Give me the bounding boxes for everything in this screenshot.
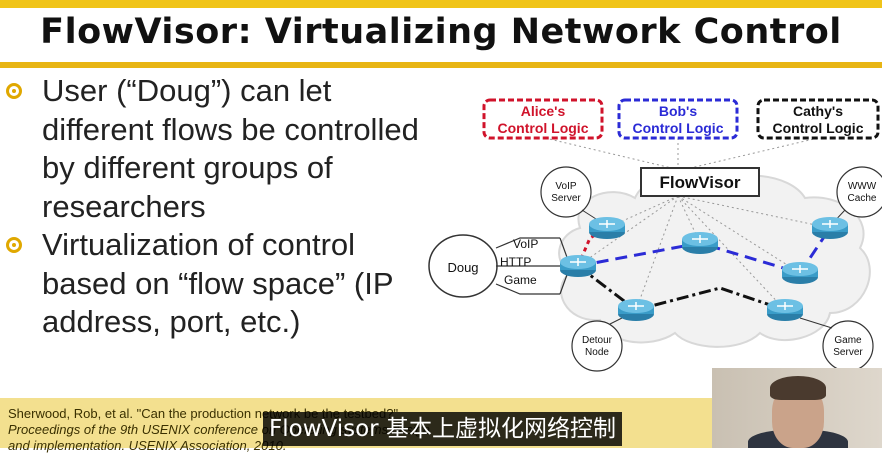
flow-label-http: HTTP xyxy=(500,255,531,269)
bullet-item: User (“Doug”) can let different flows be… xyxy=(6,72,421,226)
presenter-webcam xyxy=(712,368,882,448)
slide-title: FlowVisor: Virtualizing Network Control xyxy=(40,12,842,52)
router-icon xyxy=(767,299,803,321)
bullet-text: User (“Doug”) can let different flows be… xyxy=(42,73,419,224)
www-cache-node xyxy=(836,166,882,218)
slide: FlowVisor: Virtualizing Network Control … xyxy=(0,0,882,453)
bullet-item: Virtualization of control based on “flow… xyxy=(6,226,421,342)
router-icon xyxy=(812,217,848,239)
bullet-circle-icon xyxy=(6,83,22,99)
video-subtitle: FlowVisor 基本上虚拟化网络控制 xyxy=(263,412,622,446)
voip-server-label-1: VoIP xyxy=(555,181,576,192)
title-divider xyxy=(0,62,882,68)
cathy-controller-name: Cathy's xyxy=(793,103,843,119)
flowvisor-diagram: Alice's Control Logic Bob's Control Logi… xyxy=(428,98,882,372)
bullet-circle-icon xyxy=(6,237,22,253)
flowvisor-label: FlowVisor xyxy=(660,173,741,192)
www-cache-label-2: Cache xyxy=(848,193,877,204)
game-server-label-2: Server xyxy=(833,347,863,358)
alice-controller-name: Alice's xyxy=(521,103,566,119)
router-icon xyxy=(589,217,625,239)
voip-server-node xyxy=(540,166,592,218)
flow-label-voip: VoIP xyxy=(513,237,538,251)
cathy-controller-label: Control Logic xyxy=(773,120,864,136)
bullet-list: User (“Doug”) can let different flows be… xyxy=(6,72,421,342)
voip-server-label-2: Server xyxy=(551,193,581,204)
presenter-hair xyxy=(770,376,826,400)
detour-node xyxy=(571,320,623,372)
game-server-label-1: Game xyxy=(834,335,862,346)
bob-controller-label: Control Logic xyxy=(633,120,724,136)
flow-label-game: Game xyxy=(504,273,537,287)
router-icon xyxy=(682,232,718,254)
bullet-text: Virtualization of control based on “flow… xyxy=(42,227,393,339)
detour-node-label-2: Node xyxy=(585,347,609,358)
router-icon xyxy=(782,262,818,284)
www-cache-label-1: WWW xyxy=(848,181,877,192)
bob-controller-name: Bob's xyxy=(659,103,698,119)
doug-label: Doug xyxy=(447,260,478,275)
router-icon xyxy=(560,255,596,277)
alice-controller-label: Control Logic xyxy=(498,120,589,136)
detour-node-label-1: Detour xyxy=(582,335,613,346)
top-accent-band xyxy=(0,0,882,8)
router-icon xyxy=(618,299,654,321)
game-server-node xyxy=(822,320,874,372)
